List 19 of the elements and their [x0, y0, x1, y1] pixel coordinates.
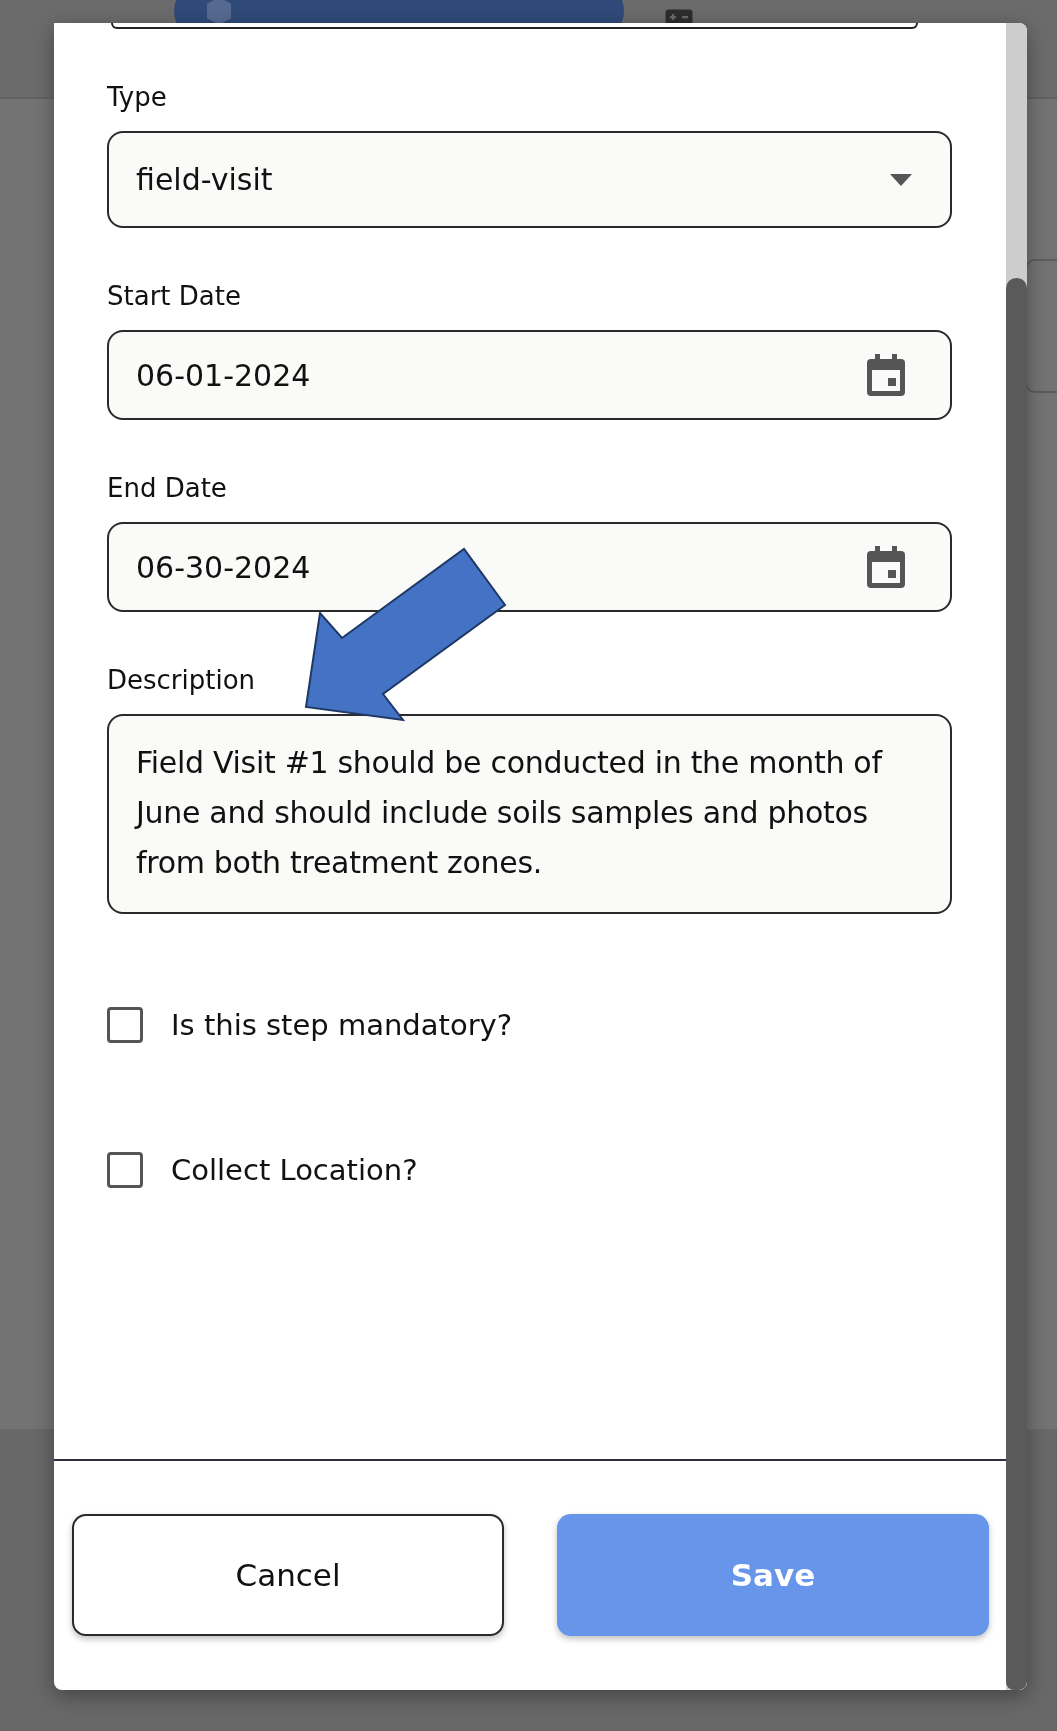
date-field[interactable]: 06-01-2024 [107, 330, 952, 420]
input-field[interactable] [111, 23, 918, 29]
checkbox-label: Collect Location? [171, 1153, 418, 1187]
field-label: Type [107, 81, 168, 113]
caret-icon [890, 173, 912, 186]
field-label: Start Date [107, 280, 242, 312]
cancel-button[interactable]: Cancel [72, 1514, 504, 1636]
type-select[interactable]: field-visit [107, 131, 952, 228]
date-field[interactable]: 06-30-2024 [107, 522, 952, 612]
checkbox-label: Is this step mandatory? [171, 1008, 513, 1042]
hexagon-icon [204, 0, 234, 26]
checkbox[interactable] [107, 1152, 143, 1188]
field-label: End Date [107, 472, 228, 504]
calendar-icon [866, 546, 906, 588]
scrollbar[interactable] [1006, 23, 1027, 1690]
description-field[interactable]: Field Visit #1 should be conducted in the month of June and should include soils samples and photos from both treatment zones. [107, 714, 952, 914]
calendar-icon [866, 354, 906, 396]
checkbox[interactable] [107, 1007, 143, 1043]
field-label: Description [107, 664, 257, 696]
